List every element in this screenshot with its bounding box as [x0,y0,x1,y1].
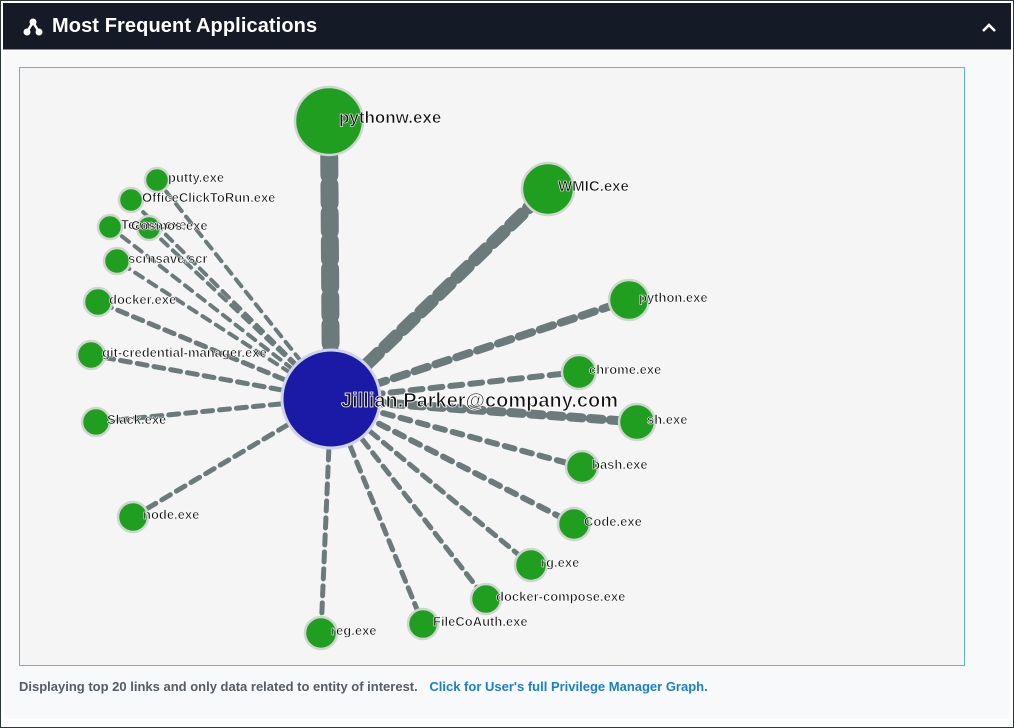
full-graph-link[interactable]: Click for User's full Privilege Manager … [429,679,707,694]
app-node-label: reg.exe [331,623,377,638]
app-node-label: chrome.exe [589,362,661,377]
user-node-label: Jillian.Parker@company.com [341,390,618,412]
app-node[interactable] [117,186,145,214]
graph-svg[interactable]: pythonw.exe WMIC.exe python.exe chrome.exe s… [20,68,964,665]
footer: Displaying top 20 links and only data re… [19,679,708,694]
app-node-label: Cosmos.exe [131,218,208,233]
app-node-label: git-credential-manager.exe [102,345,267,360]
chevron-up-icon[interactable] [981,21,997,33]
app-node-label: WMIC.exe [558,178,629,195]
app-node-label: sh.exe [647,412,687,427]
app-node-label: Code.exe [584,514,642,529]
app-node[interactable] [143,166,171,194]
footer-note: Displaying top 20 links and only data re… [19,679,418,694]
app-panel: Most Frequent Applications pythonw.exe WM… [0,0,1014,728]
graph-canvas[interactable]: pythonw.exe WMIC.exe python.exe chrome.exe s… [19,67,965,666]
app-node-label: bash.exe [592,457,648,472]
app-node-label: FileCoAuth.exe [433,614,528,629]
app-node[interactable] [80,406,112,438]
app-node-label: docker-compose.exe [496,589,625,604]
app-node[interactable] [102,246,132,276]
app-node-label: pythonw.exe [339,108,441,127]
app-node[interactable] [82,286,114,318]
app-node-label: rg.exe [541,555,579,570]
graph-nodes-icon [23,18,43,36]
app-node[interactable] [75,339,107,371]
panel-title: Most Frequent Applications [52,15,318,37]
app-node-label: Slack.exe [107,412,166,427]
panel-header: Most Frequent Applications [3,3,1011,50]
app-node-label: docker.exe [109,292,176,307]
app-node[interactable] [96,213,124,241]
app-node-label: putty.exe [168,170,224,185]
app-node-label: python.exe [639,290,708,305]
app-node-label: scrnsave.scr [128,251,208,266]
app-node-label: node.exe [143,507,199,522]
app-node-label: OfficeClickToRun.exe [142,190,275,205]
